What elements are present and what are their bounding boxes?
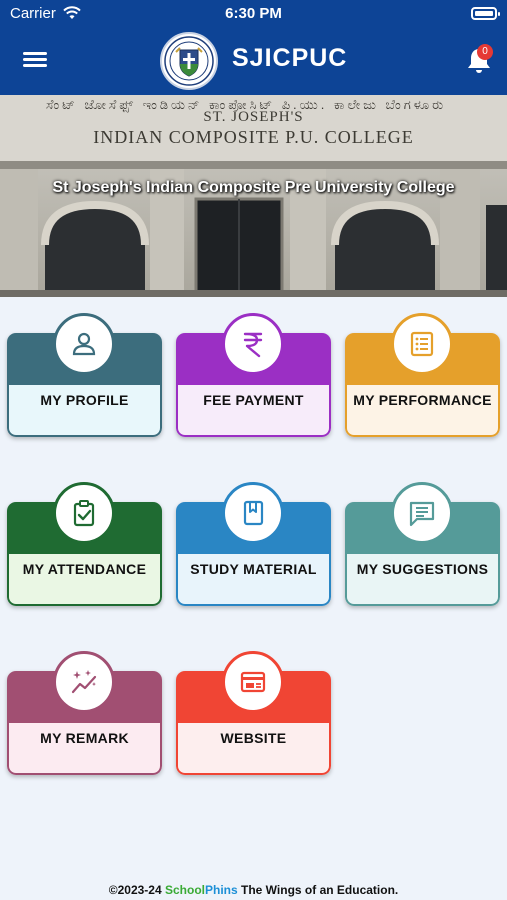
app-title: SJICPUC [232,44,348,72]
tile-my-remark[interactable]: MY REMARK [7,651,162,775]
banner-caption: St Joseph's Indian Composite Pre Univers… [52,179,455,196]
status-bar: Carrier 6:30 PM [0,0,507,28]
college-banner: ಸೆಂಟ್ ಜೋಸೆಫ್ಸ್ ಇಂಡಿಯನ್ ಕಾಂಪೋಸಿಟ್ ಪಿ.ಯು. … [0,95,507,297]
footer-copyright: ©2023-24 SchoolPhins The Wings of an Edu… [0,883,507,897]
footer-brand-phins: Phins [205,883,238,897]
tile-label: MY PROFILE [40,392,129,408]
building-sign-line1: ST. JOSEPH'S [203,109,304,125]
hamburger-menu-icon[interactable] [23,50,47,70]
book-icon [222,482,284,544]
clipboard-check-icon [53,482,115,544]
footer-prefix: ©2023-24 [108,883,162,897]
tile-my-suggestions[interactable]: MY SUGGESTIONS [345,482,500,606]
tile-label: MY ATTENDANCE [22,561,147,577]
tile-label: WEBSITE [220,730,287,746]
sparkle-chart-icon [53,651,115,713]
tile-my-performance[interactable]: MY PERFORMANCE [345,313,500,437]
tile-label: MY REMARK [40,730,129,746]
tile-website[interactable]: WEBSITE [176,651,331,775]
tile-label: MY PERFORMANCE [353,392,492,408]
tile-fee-payment[interactable]: FEE PAYMENT [176,313,331,437]
college-logo [160,32,218,90]
battery-icon [471,7,500,20]
rupee-icon [222,313,284,375]
footer-suffix: The Wings of an Education. [241,883,399,897]
app-header: Carrier 6:30 PM SJICPUC 0 [0,0,507,95]
building-sign-line2: INDIAN COMPOSITE P.U. COLLEGE [93,127,414,147]
tile-study-material[interactable]: STUDY MATERIAL [176,482,331,606]
web-window-icon [222,651,284,713]
footer-brand-school: School [164,883,205,897]
tile-my-attendance[interactable]: MY ATTENDANCE [7,482,162,606]
tile-label: STUDY MATERIAL [190,561,317,577]
clock: 6:30 PM [225,5,282,22]
tile-label: FEE PAYMENT [203,392,304,408]
tile-my-profile[interactable]: MY PROFILE [7,313,162,437]
notification-badge: 0 [477,44,493,60]
crest-icon [164,36,214,86]
tile-label: MY SUGGESTIONS [356,561,489,577]
message-icon [391,482,453,544]
user-icon [53,313,115,375]
report-list-icon [391,313,453,375]
